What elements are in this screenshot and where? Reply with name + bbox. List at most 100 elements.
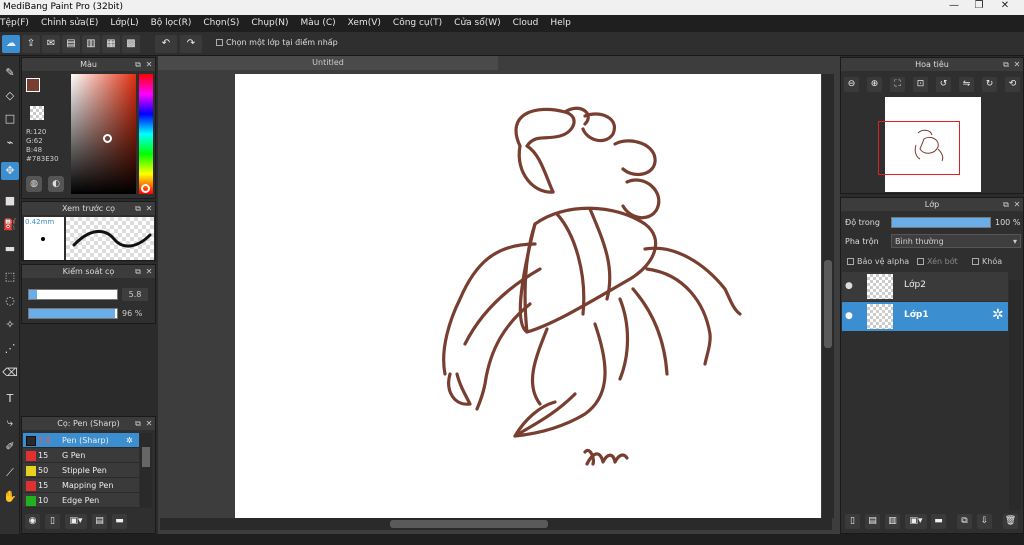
color-sample-icon[interactable]: ◐ [48,176,64,192]
hand-tool-icon[interactable]: ✋ [1,488,19,506]
document-tab[interactable]: Untitled [158,56,498,70]
menu-select[interactable]: Chọn(S) [197,15,245,32]
menu-edit[interactable]: Chỉnh sửa(E) [35,15,104,32]
layer-scrollbar[interactable] [1009,280,1021,510]
menu-filter[interactable]: Bộ lọc(R) [145,15,198,32]
brush-menu-icon[interactable]: ▣▾ [65,514,87,529]
vertical-scroll-thumb[interactable] [824,260,832,348]
menu-help[interactable]: Help [544,15,577,32]
folder-icon[interactable]: ▬ [112,514,127,529]
move-tool-icon[interactable]: ✥ [1,162,19,180]
eyedropper-tool-icon[interactable]: ✐ [1,438,19,456]
new-layer-1bit-icon[interactable]: ▥ [885,514,900,529]
zoom-out-icon[interactable]: ⊖ [844,77,859,92]
undock-icon[interactable]: ⧉ [1001,198,1011,211]
transparent-swatch[interactable] [30,106,44,120]
menu-cloud[interactable]: Cloud [507,15,545,32]
maximize-icon[interactable]: ❐ [967,0,991,13]
magic-wand-tool-icon[interactable]: ✧ [1,316,19,334]
navigator-thumbnail[interactable] [878,97,981,192]
close-panel-icon[interactable]: ✕ [144,417,154,430]
saturation-value-picker[interactable] [71,74,136,194]
lock-option[interactable]: Khóa [972,257,1002,266]
pages-icon[interactable]: ▦ [102,35,120,53]
brush-size-value[interactable]: 5.8 [122,288,148,301]
brush-tool-icon[interactable]: ✎ [1,64,19,82]
brush-item[interactable]: 10 Edge Pen [23,493,139,508]
actual-size-icon[interactable]: ⊡ [913,77,928,92]
add-layer-menu-icon[interactable]: ▣▾ [905,514,927,529]
comment-icon[interactable]: ✉ [42,35,60,53]
undo-icon[interactable]: ↶ [155,35,177,53]
menu-tools[interactable]: Công cụ(T) [387,15,448,32]
blend-mode-select[interactable]: Bình thường ▾ [891,234,1021,248]
brush-size-slider[interactable] [28,289,118,300]
redo-icon[interactable]: ↷ [180,35,202,53]
horizontal-scrollbar[interactable] [160,518,832,530]
close-panel-icon[interactable]: ✕ [144,265,154,278]
close-panel-icon[interactable]: ✕ [144,202,154,215]
undock-icon[interactable]: ⧉ [133,417,143,430]
rotate-left-icon[interactable]: ↺ [936,77,951,92]
layer-settings-gear-icon[interactable]: ✲ [992,307,1004,323]
layer-row-selected[interactable]: ● Lớp1 ✲ [842,302,1008,331]
eraser-tool-icon[interactable]: ◇ [1,87,19,105]
undock-icon[interactable]: ⧉ [133,265,143,278]
lasso-tool-icon[interactable]: ◌ [1,292,19,310]
export-icon[interactable]: ⇪ [22,35,40,53]
select-layer-check-box[interactable] [216,39,223,46]
undock-icon[interactable]: ⧉ [133,202,143,215]
hue-handle[interactable] [141,184,150,193]
select-pen-tool-icon[interactable]: ⋰ [1,340,19,358]
text-tool-icon[interactable]: T [1,390,19,408]
menu-file[interactable]: Tệp(F) [0,15,35,32]
select-eraser-tool-icon[interactable]: ⌫ [1,364,19,382]
grid-icon[interactable]: ▩ [122,35,140,53]
horizontal-scroll-thumb[interactable] [390,520,548,528]
drawing-canvas[interactable] [235,74,821,518]
select-layer-checkbox[interactable]: Chọn một lớp tại điểm nhấp [216,38,338,47]
brush-properties-icon[interactable]: ▤ [92,514,107,529]
menu-window[interactable]: Cửa sổ(W) [448,15,506,32]
brush-opacity-slider[interactable] [28,308,118,319]
duplicate-layer-icon[interactable]: ⧉ [957,514,972,529]
bucket-tool-icon[interactable]: ⛽ [1,216,19,234]
fill-rect-tool-icon[interactable]: ■ [1,192,19,210]
color-picker-handle[interactable] [103,134,112,143]
brush-list-scroll-thumb[interactable] [142,447,150,467]
vertical-scrollbar[interactable] [822,74,834,518]
brush-item[interactable]: 15 G Pen [23,448,139,463]
eye-icon[interactable]: ● [845,281,853,291]
new-layer-8bit-icon[interactable]: ▤ [865,514,880,529]
reset-view-icon[interactable]: ⟲ [1005,77,1020,92]
menu-snap[interactable]: Chụp(N) [245,15,294,32]
protect-alpha-option[interactable]: Bảo vệ alpha [847,257,909,266]
close-panel-icon[interactable]: ✕ [1012,58,1022,71]
layer-opacity-slider[interactable] [891,217,991,228]
brush-item[interactable]: 50 Stipple Pen [23,463,139,478]
new-brush-icon[interactable]: ▯ [45,514,60,529]
minimize-icon[interactable]: — [942,0,966,13]
undock-icon[interactable]: ⧉ [133,58,143,71]
operation-tool-icon[interactable]: ⤷ [1,414,19,432]
brush-list-scrollbar[interactable] [140,433,152,508]
merge-layer-icon[interactable]: ⇩ [977,514,992,529]
hue-slider[interactable] [139,74,153,194]
fit-window-icon[interactable]: ⛶ [890,77,905,92]
settings-gear-icon[interactable]: ✲ [126,433,133,448]
undock-icon[interactable]: ⧉ [1001,58,1011,71]
menu-layer[interactable]: Lớp(L) [104,15,144,32]
gradient-tool-icon[interactable]: ▬ [1,240,19,258]
clipping-option[interactable]: Xén bớt [917,257,958,266]
chat-icon[interactable]: ▤ [62,35,80,53]
flip-icon[interactable]: ⇋ [959,77,974,92]
close-panel-icon[interactable]: ✕ [144,58,154,71]
brush-item[interactable]: 15 Mapping Pen [23,478,139,493]
layer-row[interactable]: ● Lớp2 [842,272,1008,301]
foreground-color-swatch[interactable] [26,78,40,92]
page-icon[interactable]: ▥ [82,35,100,53]
shape-tool-icon[interactable]: □ [1,110,19,128]
delete-layer-icon[interactable]: 🗑 [1003,514,1018,529]
rotate-right-icon[interactable]: ↻ [982,77,997,92]
brush-item[interactable]: 5.8 Pen (Sharp) ✲ [23,433,139,448]
